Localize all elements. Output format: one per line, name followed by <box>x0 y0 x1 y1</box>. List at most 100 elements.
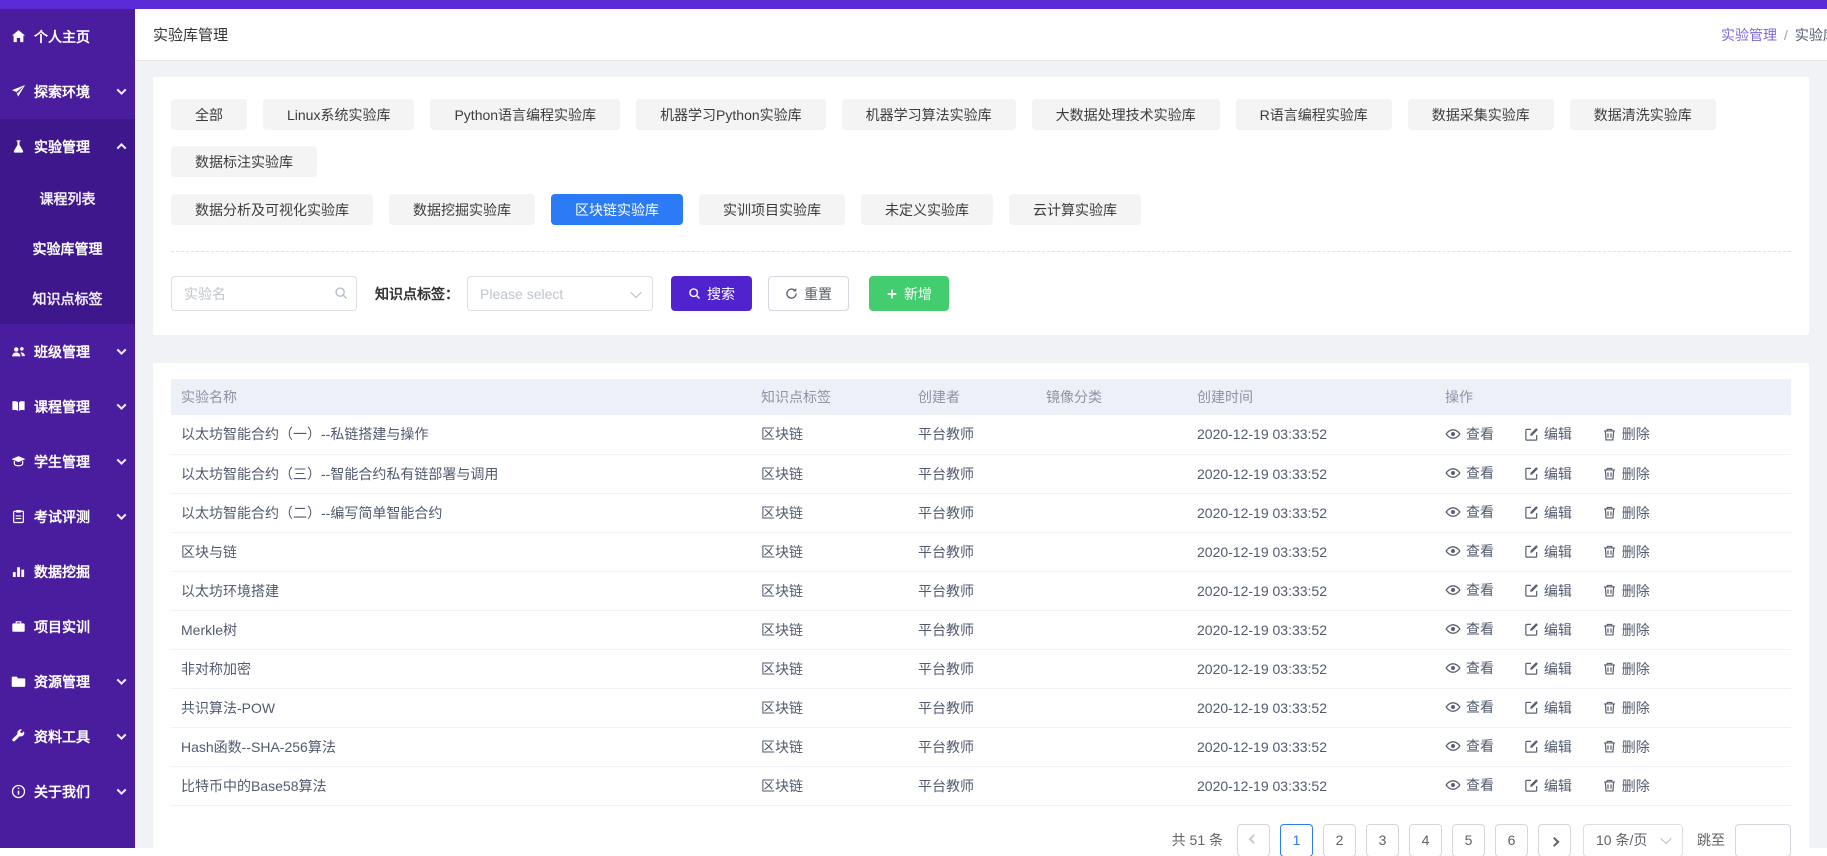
view-action[interactable]: 查看 <box>1445 424 1494 444</box>
delete-action[interactable]: 删除 <box>1602 776 1650 796</box>
edit-action[interactable]: 编辑 <box>1524 737 1572 757</box>
filter-tag[interactable]: 区块链实验库 <box>551 194 683 225</box>
eye-icon <box>1445 621 1461 637</box>
next-page-button[interactable] <box>1538 823 1571 856</box>
page-number-button[interactable]: 5 <box>1452 823 1485 856</box>
sidebar-item-home[interactable]: 个人主页 <box>0 9 135 64</box>
filter-tag[interactable]: 实训项目实验库 <box>699 194 845 225</box>
edit-action[interactable]: 编辑 <box>1524 698 1572 718</box>
page-number-button[interactable]: 6 <box>1495 823 1528 856</box>
filter-tag[interactable]: 云计算实验库 <box>1009 194 1141 225</box>
view-action[interactable]: 查看 <box>1445 775 1494 795</box>
sidebar-item-explore[interactable]: 探索环境 <box>0 64 135 119</box>
trash-icon <box>1602 583 1617 598</box>
experiment-name-input[interactable] <box>171 276 357 311</box>
sidebar-item-experiment[interactable]: 实验管理 <box>0 119 135 174</box>
edit-action[interactable]: 编辑 <box>1524 659 1572 679</box>
edit-action[interactable]: 编辑 <box>1524 424 1572 444</box>
delete-action[interactable]: 删除 <box>1602 503 1650 523</box>
view-action[interactable]: 查看 <box>1445 580 1494 600</box>
delete-action[interactable]: 删除 <box>1602 659 1650 679</box>
sidebar-item-resource[interactable]: 资源管理 <box>0 654 135 709</box>
view-action[interactable]: 查看 <box>1445 541 1494 561</box>
tag-select[interactable]: Please select <box>467 276 653 311</box>
page-number-button[interactable]: 4 <box>1409 823 1442 856</box>
edit-action[interactable]: 编辑 <box>1524 503 1572 523</box>
sidebar-item-course[interactable]: 课程管理 <box>0 379 135 434</box>
breadcrumb-link[interactable]: 实验管理 <box>1721 25 1777 45</box>
trash-icon <box>1602 778 1617 793</box>
sidebar-item-about[interactable]: 关于我们 <box>0 764 135 819</box>
sidebar-item-student[interactable]: 学生管理 <box>0 434 135 489</box>
view-action[interactable]: 查看 <box>1445 502 1494 522</box>
page-number-button[interactable]: 3 <box>1366 823 1399 856</box>
edit-icon <box>1524 466 1539 481</box>
view-action[interactable]: 查看 <box>1445 658 1494 678</box>
filter-tag[interactable]: 机器学习Python实验库 <box>636 99 826 130</box>
page-size-select[interactable]: 10 条/页 <box>1583 823 1683 856</box>
table-row: Merkle树 区块链 平台教师 2020-12-19 03:33:52 查看 <box>171 610 1791 650</box>
page-number-button[interactable]: 1 <box>1280 823 1313 856</box>
edit-action[interactable]: 编辑 <box>1524 776 1572 796</box>
refresh-icon <box>785 287 798 300</box>
filter-tag[interactable]: 未定义实验库 <box>861 194 993 225</box>
view-action[interactable]: 查看 <box>1445 463 1494 483</box>
chevron-up-icon <box>116 142 127 153</box>
sidebar-item-exam[interactable]: 考试评测 <box>0 489 135 544</box>
delete-action[interactable]: 删除 <box>1602 581 1650 601</box>
filter-tag[interactable]: 数据挖掘实验库 <box>389 194 535 225</box>
cell-tag: 区块链 <box>751 571 908 611</box>
delete-action[interactable]: 删除 <box>1602 542 1650 562</box>
delete-action[interactable]: 删除 <box>1602 464 1650 484</box>
edit-action[interactable]: 编辑 <box>1524 464 1572 484</box>
sidebar-item-knowledge-tags[interactable]: 知识点标签 <box>0 274 135 324</box>
delete-action[interactable]: 删除 <box>1602 698 1650 718</box>
sidebar-item-class[interactable]: 班级管理 <box>0 324 135 379</box>
page-number-button[interactable]: 2 <box>1323 823 1356 856</box>
filter-tag[interactable]: Python语言编程实验库 <box>430 99 621 130</box>
filter-tag[interactable]: 机器学习算法实验库 <box>841 99 1016 130</box>
filter-tag[interactable]: 全部 <box>171 99 247 130</box>
filter-tag[interactable]: 数据标注实验库 <box>171 146 317 177</box>
sidebar-item-data-mining[interactable]: 数据挖掘 <box>0 544 135 599</box>
filter-tag[interactable]: Linux系统实验库 <box>263 99 415 130</box>
cell-creator: 平台教师 <box>908 415 1036 455</box>
trash-icon <box>1602 661 1617 676</box>
chevron-down-icon <box>116 675 127 686</box>
delete-action[interactable]: 删除 <box>1602 737 1650 757</box>
cell-creator: 平台教师 <box>908 610 1036 650</box>
filter-tag[interactable]: 数据分析及可视化实验库 <box>171 194 373 225</box>
view-action[interactable]: 查看 <box>1445 736 1494 756</box>
search-button[interactable]: 搜索 <box>671 276 752 311</box>
filter-tag[interactable]: 数据清洗实验库 <box>1569 99 1716 130</box>
view-action[interactable]: 查看 <box>1445 619 1494 639</box>
reset-button[interactable]: 重置 <box>768 276 849 311</box>
edit-action[interactable]: 编辑 <box>1524 542 1572 562</box>
eye-icon <box>1445 504 1461 520</box>
sidebar-item-project[interactable]: 项目实训 <box>0 599 135 654</box>
sidebar-item-tools[interactable]: 资料工具 <box>0 709 135 764</box>
explore-icon <box>11 84 28 99</box>
delete-action[interactable]: 删除 <box>1602 620 1650 640</box>
filter-tag[interactable]: 大数据处理技术实验库 <box>1031 99 1220 130</box>
delete-action[interactable]: 删除 <box>1602 424 1650 444</box>
cell-creator: 平台教师 <box>908 727 1036 767</box>
column-header-image-category: 镜像分类 <box>1036 379 1187 415</box>
filter-tag[interactable]: 数据采集实验库 <box>1407 99 1554 130</box>
cell-experiment-name: 以太坊智能合约（一）--私链搭建与操作 <box>171 415 751 455</box>
sidebar-item-experiment-library[interactable]: 实验库管理 <box>0 224 135 274</box>
edit-action[interactable]: 编辑 <box>1524 620 1572 640</box>
sidebar-item-course-list[interactable]: 课程列表 <box>0 174 135 224</box>
eye-icon <box>1445 465 1461 481</box>
add-button[interactable]: 新增 <box>869 276 949 311</box>
filter-tag[interactable]: R语言编程实验库 <box>1235 99 1392 130</box>
sidebar-item-label: 班级管理 <box>34 343 90 360</box>
view-action[interactable]: 查看 <box>1445 697 1494 717</box>
prev-page-button[interactable] <box>1237 823 1270 856</box>
edit-icon <box>1524 661 1539 676</box>
page-numbers: 1 2 3 4 5 6 <box>1280 823 1528 856</box>
edit-action[interactable]: 编辑 <box>1524 581 1572 601</box>
jump-input[interactable] <box>1735 823 1791 856</box>
chevron-down-icon <box>116 455 127 466</box>
cell-tag: 区块链 <box>751 493 908 533</box>
